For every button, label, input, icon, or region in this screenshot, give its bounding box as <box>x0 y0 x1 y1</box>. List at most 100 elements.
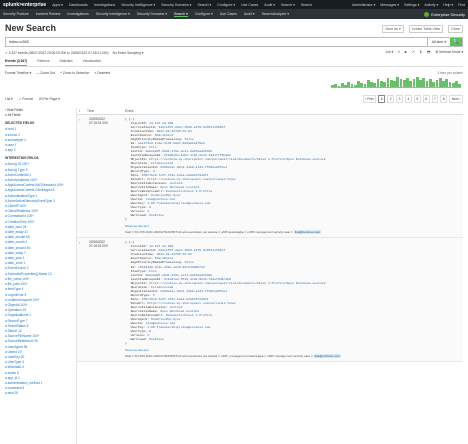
per-page-dropdown[interactable]: 20 Per Page ▾ <box>39 97 60 101</box>
event-value[interactable]: OneDrive <box>149 213 164 217</box>
page-link[interactable]: 6 <box>422 95 430 103</box>
create-table-view-button[interactable]: Create Table View <box>408 25 444 33</box>
top-menu-item[interactable]: Configure ▾ <box>217 3 235 7</box>
top-menu-item[interactable]: Dashboards <box>69 3 88 7</box>
page-link[interactable]: 7 <box>431 95 439 103</box>
meta-value[interactable]: o365:management:activity <box>247 230 283 234</box>
event-value[interactable]: 2290e1ac-98c4-44b8-a7d3-7f3dbe83f1e1 <box>160 289 227 293</box>
job-control[interactable]: ⚙ Verbose Mode ▾ <box>435 50 463 56</box>
meta-value[interactable]: o365 <box>221 230 228 234</box>
page-link[interactable]: 4 <box>404 95 412 103</box>
event-value[interactable]: https://contoso-my.sharepoint.com/person… <box>149 157 325 161</box>
event-sampling-dropdown[interactable]: No Event Sampling ▾ <box>113 51 144 55</box>
nav-item[interactable]: Security Domains ▾ <box>137 12 167 16</box>
top-menu-item[interactable]: Security Domains ▾ <box>161 3 191 7</box>
top-right-item[interactable]: Find <box>458 3 465 7</box>
all-fields-button[interactable]: ≡ All Fields <box>5 113 75 118</box>
meta-key: source = <box>208 353 221 358</box>
meta-value[interactable]: lisa@contoso.com <box>293 230 322 235</box>
top-menu-item[interactable]: Investigations <box>94 3 115 7</box>
nav-item[interactable]: Configure ▾ <box>195 12 213 16</box>
page-link[interactable]: 5 <box>413 95 421 103</box>
event-metadata: host = SO-PW-DAN-vl60h1f7RZ4HRTG3.azurew… <box>125 229 463 237</box>
expand-chevron-icon[interactable]: › <box>79 240 80 245</box>
top-menu-item[interactable]: Search ▾ <box>197 3 211 7</box>
top-right-item[interactable]: Messages ▾ <box>380 3 399 7</box>
event-value[interactable]: i:0#.f|membership|lisa@contoso.com <box>147 325 210 329</box>
meta-value[interactable]: lisa@contoso.com <box>313 353 341 358</box>
interesting-field[interactable]: a dest 20 <box>5 391 75 396</box>
job-control[interactable]: ⬇ <box>419 50 422 56</box>
selected-field[interactable]: # app 2 <box>5 148 75 153</box>
nav-item[interactable]: Security Intelligence ▾ <box>96 12 130 16</box>
page-link[interactable]: 8 <box>440 95 448 103</box>
event-time[interactable]: 22/08/2022 07:18:01.000 <box>89 240 123 248</box>
page-link[interactable]: 1 <box>378 95 386 103</box>
zoom-out-button[interactable]: — Zoom Out <box>36 71 55 75</box>
page-link[interactable]: Next › <box>449 95 463 103</box>
top-right-item[interactable]: Help ▾ <box>443 3 453 7</box>
tab-visualization[interactable]: Visualization <box>83 59 101 66</box>
job-control[interactable]: ↗ <box>412 50 415 56</box>
header-time[interactable]: Time <box>87 109 125 113</box>
nav-item[interactable]: Investigations <box>67 12 88 16</box>
list-view-dropdown[interactable]: List ▾ <box>5 97 13 101</box>
pagination-row: List ▾ ✓ Format 20 Per Page ▾ ‹ Prev 1 2 3 4… <box>5 95 463 103</box>
meta-key: user = <box>284 230 294 235</box>
job-control[interactable]: ■ <box>405 50 407 56</box>
top-right-item[interactable]: Administrator ▾ <box>352 3 375 7</box>
event-value[interactable]: https://contoso-my.sharepoint.com/person… <box>149 281 325 285</box>
top-menu-item[interactable]: Use Cases <box>241 3 258 7</box>
page-link[interactable]: 3 <box>396 95 403 103</box>
event-count-status: ✓ 3,347 events (08/07/2022 23:00:00.000 … <box>5 50 109 55</box>
timeline-bar[interactable] <box>458 84 462 87</box>
nav-item[interactable]: Search ▾ <box>174 12 188 17</box>
close-button[interactable]: Close <box>448 25 463 33</box>
nav-item[interactable]: Incident Review <box>36 12 61 16</box>
event-value[interactable]: OneDrive <box>149 337 164 341</box>
app-nav-bar: Security Posture Incident Review Investiga… <box>0 9 468 19</box>
expand-chevron-icon[interactable]: › <box>79 117 80 122</box>
event-value[interactable]: 2290e1ac-98c4-44b8-a7d3-7f3dbe83f1e1 <box>160 165 227 169</box>
top-right-item[interactable]: Settings ▾ <box>404 3 419 7</box>
top-menu-apps[interactable]: Apps ▾ <box>52 3 63 7</box>
search-submit-button[interactable]: 🔍 <box>450 38 462 46</box>
top-menu-item[interactable]: Search <box>301 3 312 7</box>
format-dropdown[interactable]: ✓ Format <box>19 97 33 101</box>
save-as-button[interactable]: Save As ▾ <box>382 25 404 33</box>
tab-statistics[interactable]: Statistics <box>59 59 72 66</box>
event-line: } <box>125 217 463 221</box>
tab-patterns[interactable]: Patterns <box>37 59 49 66</box>
meta-key: sourcetype = <box>248 353 268 358</box>
event-value[interactable]: 0 <box>149 205 151 209</box>
meta-value[interactable]: SO-PW-DAN-vl60h1f7RZ4HRTG3.azurewebsites… <box>134 230 207 234</box>
top-right-item[interactable]: Activity ▾ <box>424 3 438 7</box>
zoom-selection-button[interactable]: + Zoom to Selection <box>60 71 89 75</box>
time-range-picker[interactable]: All time ▾ <box>426 38 450 46</box>
nav-item[interactable]: Security Posture <box>3 12 29 16</box>
meta-value[interactable]: o365_management <box>221 354 248 358</box>
format-timeline-dropdown[interactable]: Format Timeline ▾ <box>5 71 31 75</box>
deselect-button[interactable]: × Deselect <box>95 71 111 75</box>
top-menu-item[interactable]: Security Intelligence ▾ <box>121 3 155 7</box>
interesting-fields-list: a Actor{}.ID 100+ a Actor{}.Type 3a Actor… <box>5 162 75 396</box>
event-time[interactable]: 22/08/2022 07:18:01.000 <box>89 117 123 125</box>
job-control[interactable]: 🖶 <box>427 50 430 56</box>
top-menu-item[interactable]: Search ▾ <box>281 3 295 7</box>
nav-item[interactable]: Use Cases <box>220 12 237 16</box>
event-value[interactable]: 0 <box>149 329 151 333</box>
meta-value[interactable]: o365:management:activity <box>267 354 303 358</box>
page-link[interactable]: ‹ Prev <box>362 95 377 103</box>
search-input[interactable]: index=o365 <box>6 40 29 44</box>
event-value[interactable]: i:0#.f|membership|lisa@contoso.com <box>147 201 210 205</box>
job-control[interactable]: Job ▾ <box>385 50 393 56</box>
job-control[interactable]: ‖ <box>398 50 399 56</box>
nav-item[interactable]: Audit ▾ <box>244 12 255 16</box>
page-link[interactable]: 2 <box>387 95 395 103</box>
top-menu-item[interactable]: Audit ▾ <box>264 3 275 7</box>
tab-events[interactable]: Events (3,347) <box>5 59 28 66</box>
meta-value[interactable]: SO-PW-DAN-vl60h1f7RZ4HRTG3.azurewebsites… <box>134 354 207 358</box>
splunk-logo[interactable]: splunk>enterprise <box>3 2 46 8</box>
timeline-histogram[interactable] <box>331 77 462 88</box>
nav-item[interactable]: SearchAnalyzer ▾ <box>262 12 289 16</box>
